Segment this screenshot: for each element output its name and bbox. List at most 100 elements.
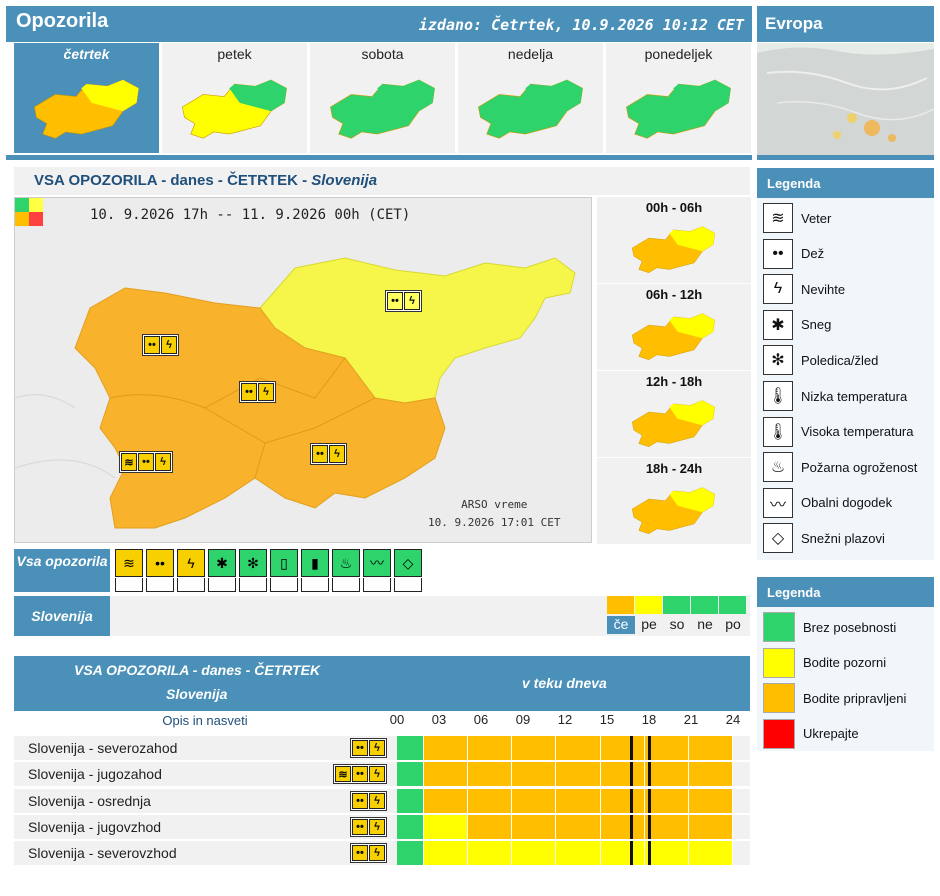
timeline-cell xyxy=(424,762,469,787)
level-swatch xyxy=(763,647,795,678)
warning-icons-se[interactable]: •• ϟ xyxy=(310,443,347,465)
legend-levels: Brez posebnosti Bodite pozorni Bodite prip… xyxy=(757,607,934,751)
low-temperature-icon[interactable]: ▯ xyxy=(270,549,298,577)
hour-tick: 15 xyxy=(599,712,615,727)
timeline-cell xyxy=(468,736,513,760)
day-tab-label[interactable]: po xyxy=(719,616,747,634)
region-name: Slovenija - severovzhod xyxy=(28,845,177,862)
table-row[interactable]: Slovenija - severovzhod •• ϟ xyxy=(14,841,750,866)
europe-map[interactable] xyxy=(757,43,934,155)
legend-item: 〰 Obalni dogodek xyxy=(763,487,892,519)
warning-icons-nw[interactable]: •• ϟ xyxy=(142,334,179,356)
icon-level-cell xyxy=(239,578,267,592)
slovenia-thumbnail xyxy=(330,79,435,139)
slovenia-thumbnail xyxy=(626,79,731,139)
timeline-cell xyxy=(644,788,689,813)
day-tab-label[interactable]: če xyxy=(607,616,635,634)
wind-icon: ≋ xyxy=(121,453,137,471)
day-level-2[interactable] xyxy=(663,596,690,614)
table-row[interactable]: Slovenija - jugozahod ≋ •• ϟ xyxy=(14,762,750,787)
legend-level-label: Bodite pozorni xyxy=(803,655,887,671)
day-level-0[interactable] xyxy=(607,596,634,614)
europe-title[interactable]: Evropa xyxy=(757,6,934,42)
ice-icon[interactable]: ✻ xyxy=(239,549,267,577)
day-level-4[interactable] xyxy=(719,596,746,614)
table-row[interactable]: Slovenija - jugovzhod •• ϟ xyxy=(14,814,750,839)
all-warnings-label[interactable]: Vsa opozorila xyxy=(14,549,110,592)
description-link[interactable]: Opis in nasveti xyxy=(14,711,396,731)
warning-icons-central[interactable]: •• ϟ xyxy=(239,381,276,403)
row-warning-icons[interactable]: •• ϟ xyxy=(350,843,387,864)
snow-icon[interactable]: ✱ xyxy=(208,549,236,577)
fire-danger-icon: ♨ xyxy=(763,452,793,483)
day-level-3[interactable] xyxy=(691,596,718,614)
legend-item: ≋ Veter xyxy=(763,202,831,234)
map-period: 10. 9.2026 17h -- 11. 9.2026 00h (CET) xyxy=(90,207,411,223)
row-warning-icons[interactable]: •• ϟ xyxy=(350,790,387,811)
legend-item-label: Snežni plazovi xyxy=(801,530,885,546)
ice-icon: ✻ xyxy=(763,345,793,376)
wind-icon[interactable]: ≋ xyxy=(115,549,143,577)
coastal-event-icon[interactable]: 〰 xyxy=(363,549,391,577)
low-temperature-icon: 🌡 xyxy=(763,381,793,411)
hour-tick: 06 xyxy=(473,712,489,727)
timeline-cell xyxy=(600,736,645,760)
row-warning-icons[interactable]: ≋ •• ϟ xyxy=(333,764,387,785)
timeline-cell xyxy=(512,841,557,866)
row-warning-icons[interactable]: •• ϟ xyxy=(350,816,387,837)
day-tab-1[interactable]: petek xyxy=(162,43,307,153)
timeline-cell xyxy=(556,814,601,839)
time-marker xyxy=(648,814,651,839)
timeline-cell xyxy=(644,814,689,839)
divider xyxy=(6,155,752,160)
day-level-1[interactable] xyxy=(635,596,662,614)
day-tab-0[interactable]: četrtek xyxy=(14,43,159,153)
timeline-cell xyxy=(556,736,601,760)
timeline-cell xyxy=(688,788,733,813)
rain-icon: •• xyxy=(241,383,257,401)
map-source: ARSO vreme 10. 9.2026 17:01 CET xyxy=(428,496,560,532)
rain-icon[interactable]: •• xyxy=(146,549,174,577)
rain-icon: •• xyxy=(312,445,328,463)
day-tab-label[interactable]: so xyxy=(663,616,691,634)
hour-tick: 24 xyxy=(725,712,741,727)
time-slot-2[interactable]: 12h - 18h xyxy=(597,371,751,457)
legend-item: •• Dež xyxy=(763,238,824,270)
warning-icons-sw[interactable]: ≋ •• ϟ xyxy=(119,451,173,473)
legend-item: ♨ Požarna ogroženost xyxy=(763,451,917,483)
table-row[interactable]: Slovenija - severozahod •• ϟ xyxy=(14,736,750,760)
thunder-icon: ϟ xyxy=(404,292,420,310)
day-label: nedelja xyxy=(507,46,554,62)
day-tab-2[interactable]: sobota xyxy=(310,43,455,153)
warning-map[interactable]: •• ϟ •• ϟ •• ϟ ≋ •• ϟ •• ϟ xyxy=(14,197,592,543)
time-slot-0[interactable]: 00h - 06h xyxy=(597,197,751,283)
wind-icon: ≋ xyxy=(763,203,793,233)
fire-danger-icon[interactable]: ♨ xyxy=(332,549,360,577)
legend-item: 🌡 Visoka temperatura xyxy=(763,416,914,448)
table-row[interactable]: Slovenija - osrednja •• ϟ xyxy=(14,788,750,813)
icon-level-cell xyxy=(146,578,174,592)
warning-icons-ne[interactable]: •• ϟ xyxy=(385,290,422,312)
time-slot-1[interactable]: 06h - 12h xyxy=(597,284,751,370)
level-swatch xyxy=(763,718,795,749)
timeline-cell xyxy=(424,814,469,839)
time-slot-3[interactable]: 18h - 24h xyxy=(597,458,751,544)
thunder-icon: ϟ xyxy=(161,336,177,354)
region-name: Slovenija - jugovzhod xyxy=(28,818,162,835)
region-filter-label[interactable]: Slovenija xyxy=(14,596,110,636)
timeline-cell xyxy=(397,736,424,760)
day-tab-3[interactable]: nedelja xyxy=(458,43,603,153)
day-tab-label[interactable]: ne xyxy=(691,616,719,634)
legend-title: Legenda xyxy=(757,168,934,198)
row-warning-icons[interactable]: •• ϟ xyxy=(350,738,387,758)
timeline-cell xyxy=(644,841,689,866)
high-temperature-icon[interactable]: ▮ xyxy=(301,549,329,577)
rain-icon: •• xyxy=(352,766,368,783)
thunder-icon[interactable]: ϟ xyxy=(177,549,205,577)
legend-item-label: Nizka temperatura xyxy=(801,388,908,404)
timeline-cell xyxy=(397,814,424,839)
slovenia-thumbnail xyxy=(631,226,716,274)
day-tab-4[interactable]: ponedeljek xyxy=(606,43,751,153)
day-tab-label[interactable]: pe xyxy=(635,616,663,634)
avalanche-icon[interactable]: ◇ xyxy=(394,549,422,577)
